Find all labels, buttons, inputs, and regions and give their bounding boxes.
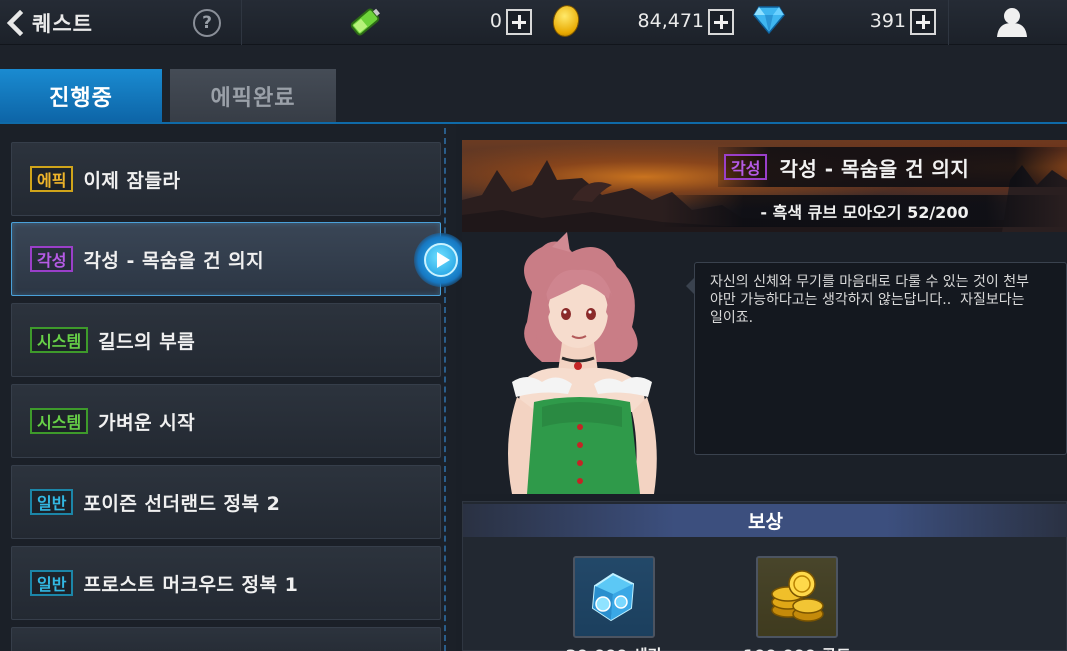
add-gold-button[interactable]: [708, 9, 734, 35]
quest-title: 각성 - 목숨을 건 의지: [779, 156, 970, 181]
add-stamina-button[interactable]: [506, 9, 532, 35]
cera-crystal-icon[interactable]: [573, 556, 655, 638]
quest-name: 각성 - 목숨을 건 의지: [83, 249, 265, 272]
play-quest-button[interactable]: [414, 233, 468, 287]
quest-type-badge: 일반: [30, 570, 74, 596]
quest-item-system[interactable]: 시스템 가벼운 시작: [11, 384, 441, 458]
tab-epic-completed[interactable]: 에픽완료: [170, 69, 336, 123]
quest-name: 가벼운 시작: [98, 411, 196, 434]
quest-type-badge: 각성: [724, 154, 768, 180]
divider: [948, 0, 949, 45]
quest-item-epic[interactable]: 에픽 이제 잠들라: [11, 142, 441, 216]
quest-name: 프로스트 머크우드 정복 1: [83, 573, 299, 596]
quest-title-bar: 각성 각성 - 목숨을 건 의지: [718, 147, 1067, 187]
reward-label: 20,000 세라: [544, 642, 684, 651]
npc-portrait-area: 자신의 신체와 무기를 마음대로 다룰 수 있는 것이 천부 야만 가능하다고는…: [462, 232, 1067, 494]
add-gem-button[interactable]: [910, 9, 936, 35]
npc-character-portrait: [472, 232, 692, 494]
gold-coin-icon: [549, 2, 583, 40]
stamina-battery-icon: [346, 4, 384, 40]
page-title: 퀘스트: [32, 11, 93, 36]
profile-user-icon[interactable]: [994, 6, 1030, 38]
quest-detail-panel: 각성 각성 - 목숨을 건 의지 - 흑색 큐브 모아오기 52/200 자신의…: [462, 140, 1067, 651]
quest-item-partial[interactable]: [11, 627, 441, 651]
reward-header: 보상: [463, 504, 1067, 537]
tab-in-progress[interactable]: 진행중: [0, 69, 162, 123]
quest-type-badge: 각성: [30, 246, 74, 272]
tab-bar: 진행중 에픽완료: [0, 45, 1067, 124]
npc-dialog-text: 자신의 신체와 무기를 마음대로 다룰 수 있는 것이 천부 야만 가능하다고는…: [694, 262, 1067, 455]
reward-label: 100,000 골드: [727, 642, 867, 651]
quest-name: 포이즌 선더랜드 정복 2: [83, 492, 281, 515]
quest-objective: - 흑색 큐브 모아오기 52/200: [662, 195, 1067, 227]
quest-type-badge: 일반: [30, 489, 74, 515]
quest-type-badge: 에픽: [30, 166, 74, 192]
quest-item-awaken-selected[interactable]: 각성 각성 - 목숨을 건 의지: [11, 222, 441, 296]
quest-type-badge: 시스템: [30, 327, 89, 353]
stamina-value: 0: [489, 10, 502, 32]
list-divider: [444, 128, 446, 651]
quest-item-normal[interactable]: 일반 프로스트 머크우드 정복 1: [11, 546, 441, 620]
diamond-gem-icon: [753, 5, 785, 35]
chevron-left-icon: [4, 9, 26, 36]
gold-value: 84,471: [637, 10, 704, 32]
quest-name: 길드의 부름: [98, 330, 196, 353]
quest-item-system[interactable]: 시스템 길드의 부름: [11, 303, 441, 377]
help-icon[interactable]: ?: [193, 9, 221, 37]
quest-type-badge: 시스템: [30, 408, 89, 434]
top-bar: 퀘스트 ? 0 84,471 391: [0, 0, 1067, 45]
quest-item-normal[interactable]: 일반 포이즌 선더랜드 정복 2: [11, 465, 441, 539]
quest-name: 이제 잠들라: [83, 169, 181, 192]
gem-value: 391: [869, 10, 906, 32]
gold-coins-stack-icon[interactable]: [756, 556, 838, 638]
reward-panel: 보상 20,000 세라 100: [462, 501, 1067, 651]
play-icon: [424, 243, 458, 277]
